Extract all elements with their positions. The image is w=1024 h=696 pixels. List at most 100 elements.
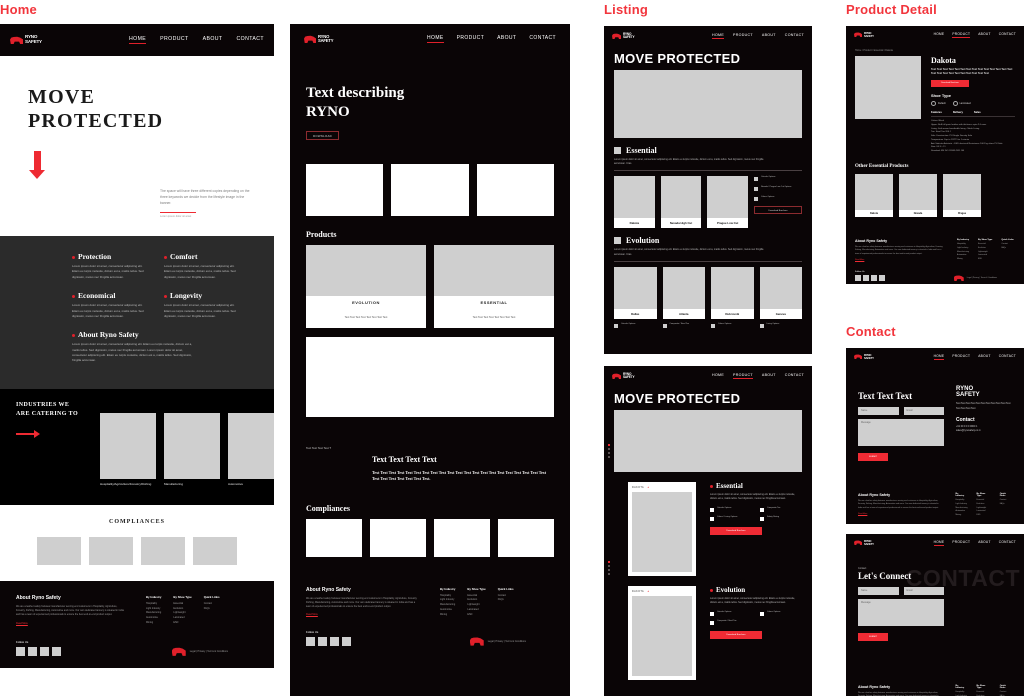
nav-item-about[interactable]: ABOUT bbox=[978, 540, 990, 546]
nav-item-home[interactable]: HOME bbox=[712, 373, 724, 379]
social-icon[interactable] bbox=[306, 636, 315, 646]
brand-logo[interactable]: RYNO SAFETY bbox=[10, 35, 42, 44]
social-icon[interactable] bbox=[330, 636, 339, 646]
brand-logo[interactable]: RYNO SAFETY bbox=[854, 539, 874, 546]
footer-links[interactable]: Contact FAQs bbox=[204, 602, 220, 612]
nav-item-product[interactable]: PRODUCT bbox=[457, 35, 485, 43]
product-preview-card[interactable]: DAKOTA ➜ bbox=[628, 586, 696, 680]
product-card[interactable]: Nevada High Cut bbox=[660, 176, 702, 229]
nav-item-product[interactable]: PRODUCT bbox=[952, 540, 970, 546]
option-row[interactable]: Composite / Steel Toe bbox=[710, 620, 752, 625]
pagination-dots[interactable] bbox=[606, 444, 612, 460]
nav-item-about[interactable]: ABOUT bbox=[762, 373, 776, 379]
brand-logo[interactable]: RYNO SAFETY bbox=[612, 372, 635, 379]
message-field[interactable]: Message bbox=[858, 599, 944, 626]
nav-item-home[interactable]: HOME bbox=[933, 540, 945, 546]
nav-item-home[interactable]: HOME bbox=[129, 36, 147, 44]
social-icon[interactable] bbox=[40, 646, 49, 656]
footer-links[interactable]: HospitalityLight IndustryManufacturingAu… bbox=[146, 602, 161, 626]
footer-read-more[interactable]: Read More bbox=[306, 613, 418, 616]
option-row[interactable]: Nevada / Prague Low Cut Options bbox=[754, 186, 802, 192]
footer-read-more[interactable]: Read More bbox=[16, 622, 126, 625]
footer-legal[interactable]: Legal | Privacy | Terms & Conditions bbox=[190, 650, 228, 653]
checkbox-icon[interactable] bbox=[760, 611, 764, 616]
option-row[interactable]: Colour Options bbox=[711, 323, 754, 328]
checkbox-icon[interactable] bbox=[710, 620, 714, 625]
social-icon[interactable] bbox=[871, 274, 877, 281]
option-row[interactable]: Composite Toe bbox=[760, 507, 802, 512]
footer-links[interactable]: HospitalityLight IndustryManufacturingAu… bbox=[440, 594, 455, 618]
industry-card[interactable]: Hospitality/Agriculture/Forestry/Fishing bbox=[100, 412, 156, 486]
product-card[interactable]: Dakota bbox=[614, 176, 655, 229]
breadcrumb[interactable]: Home / Product / Essential / Dakota bbox=[855, 49, 1015, 52]
arrow-right-icon[interactable] bbox=[16, 429, 40, 438]
nav-item-contact[interactable]: CONTACT bbox=[999, 540, 1016, 546]
social-icon[interactable] bbox=[52, 646, 61, 656]
nav-item-product[interactable]: PRODUCT bbox=[160, 36, 188, 44]
nav-item-about[interactable]: ABOUT bbox=[978, 32, 990, 38]
nav-item-contact[interactable]: CONTACT bbox=[237, 36, 265, 44]
option-row[interactable]: Safety Rating bbox=[760, 516, 802, 521]
download-button[interactable]: DOWNLOAD bbox=[306, 130, 339, 140]
radio-option-default[interactable]: Default bbox=[931, 101, 946, 106]
brand-logo[interactable]: RYNO SAFETY bbox=[304, 34, 334, 43]
download-brochure-button[interactable]: Download Brochure bbox=[710, 526, 762, 535]
option-row[interactable]: Outsole Options bbox=[710, 507, 752, 512]
social-icon[interactable] bbox=[28, 646, 37, 656]
name-field[interactable]: Name bbox=[858, 587, 899, 595]
checkbox-icon[interactable] bbox=[662, 323, 667, 328]
industry-card[interactable]: Automotive bbox=[228, 412, 274, 486]
social-icon[interactable] bbox=[863, 274, 869, 281]
aside-email[interactable]: sales@rynosafety.co.in bbox=[956, 429, 1012, 433]
checkbox-icon[interactable] bbox=[710, 507, 714, 512]
footer-links[interactable]: HospitalityLight IndustryManufacturingAu… bbox=[957, 243, 969, 262]
nav-item-product[interactable]: PRODUCT bbox=[952, 354, 970, 360]
email-field[interactable]: Email bbox=[903, 407, 944, 415]
tab-sales[interactable]: Sales bbox=[974, 111, 981, 114]
option-row[interactable]: Outsole Options bbox=[754, 176, 802, 182]
checkbox-icon[interactable] bbox=[614, 323, 618, 328]
nav-item-home[interactable]: HOME bbox=[712, 33, 725, 39]
arrow-down-icon[interactable] bbox=[29, 151, 45, 180]
option-row[interactable]: Composite / Steel Toe bbox=[662, 323, 706, 328]
option-row[interactable]: Colour Options bbox=[754, 196, 802, 202]
radio-option-laminated[interactable]: Laminated bbox=[953, 101, 971, 106]
social-icon[interactable] bbox=[879, 274, 885, 281]
checkbox-icon[interactable] bbox=[711, 323, 715, 328]
footer-links[interactable]: Contact FAQs bbox=[1000, 499, 1012, 507]
nav-item-product[interactable]: PRODUCT bbox=[733, 373, 753, 379]
checkbox-icon[interactable] bbox=[754, 187, 759, 192]
checkbox-icon[interactable] bbox=[754, 197, 759, 202]
brand-logo[interactable]: RYNO SAFETY bbox=[854, 31, 874, 38]
footer-read-more[interactable]: Read More bbox=[858, 513, 942, 515]
submit-button[interactable]: SUBMIT bbox=[858, 633, 888, 641]
option-row[interactable]: Colour Options bbox=[760, 611, 802, 616]
footer-links[interactable]: Contact FAQs bbox=[1001, 243, 1013, 251]
tab-delivery[interactable]: Delivery bbox=[953, 111, 963, 114]
option-row[interactable]: Colour / Lining Options bbox=[710, 516, 752, 521]
nav-item-product[interactable]: PRODUCT bbox=[952, 32, 971, 38]
download-brochure-button[interactable]: Download Brochure bbox=[754, 206, 803, 215]
product-card[interactable]: Dallas bbox=[614, 266, 657, 319]
name-field[interactable]: Name bbox=[858, 407, 899, 415]
submit-button[interactable]: SUBMIT bbox=[858, 453, 888, 461]
social-icon[interactable] bbox=[318, 636, 327, 646]
footer-links[interactable]: HospitalityLight IndustryManufacturingAu… bbox=[956, 691, 968, 696]
product-card[interactable]: Dubrovnik bbox=[711, 266, 754, 319]
checkbox-icon[interactable] bbox=[760, 516, 764, 521]
product-card-essential[interactable]: ESSENTIAL Text Text Text Text Text Text T… bbox=[434, 244, 554, 328]
checkbox-icon[interactable] bbox=[710, 516, 714, 521]
product-card[interactable]: Prague bbox=[943, 173, 981, 217]
option-row[interactable]: Outsole Options bbox=[614, 323, 657, 328]
email-field[interactable]: Email bbox=[903, 587, 944, 595]
download-brochure-button[interactable]: Download Brochure bbox=[710, 630, 762, 639]
nav-item-about[interactable]: ABOUT bbox=[497, 35, 516, 43]
product-card[interactable]: Atlanta bbox=[662, 266, 705, 319]
footer-links[interactable]: Contact FAQs bbox=[1000, 691, 1012, 696]
nav-item-contact[interactable]: CONTACT bbox=[529, 35, 556, 43]
checkbox-icon[interactable] bbox=[760, 507, 764, 512]
footer-links[interactable]: EssentialEvolutionLightweightLaminatedES… bbox=[467, 594, 485, 618]
nav-item-contact[interactable]: CONTACT bbox=[999, 354, 1016, 360]
option-row[interactable]: Lining Options bbox=[759, 323, 803, 328]
footer-links[interactable]: EssentialEvolutionLightweightLaminatedES… bbox=[173, 602, 191, 626]
